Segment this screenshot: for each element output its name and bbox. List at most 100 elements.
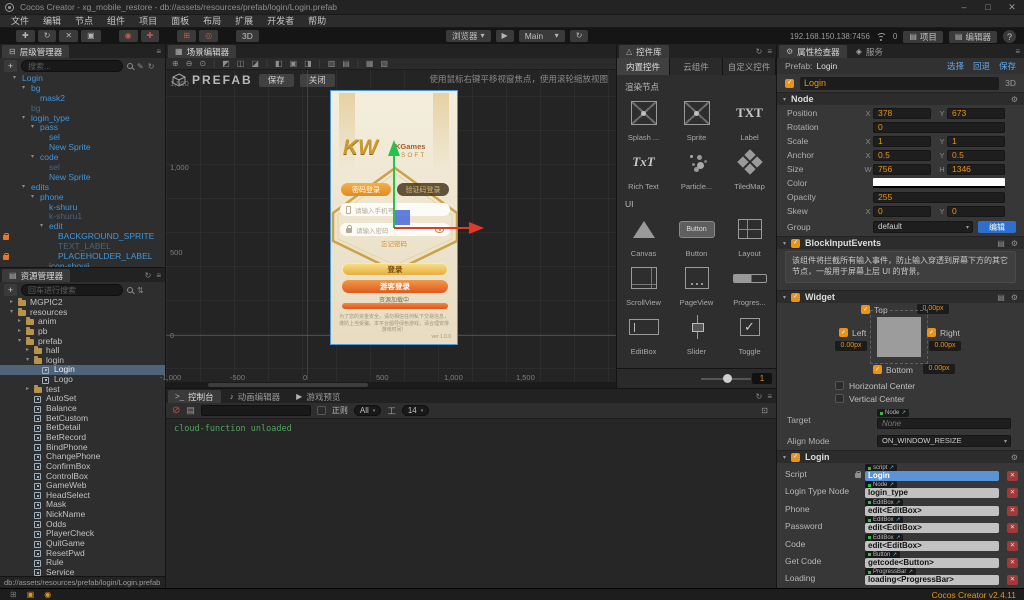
expand-arrow[interactable]: ▾ [13,74,16,84]
bottom-offset-input[interactable]: 0.00px [923,364,955,374]
anchor-x-input[interactable]: 0.5 [873,149,931,161]
hierarchy-node[interactable]: New Sprite [0,172,165,183]
menu-节点[interactable]: 节点 [68,16,100,26]
tab-widget-library[interactable]: △ 控件库 [619,45,669,58]
widget-item-toggle[interactable]: ✓ Toggle [723,309,776,358]
skew-x-input[interactable]: 0 [873,205,931,217]
zoom-slider-knob[interactable] [723,374,732,383]
panel-menu-icon[interactable]: ≡ [156,271,161,280]
gear-icon[interactable]: ⚙ [1011,95,1018,104]
expand-arrow[interactable]: ▾ [31,193,34,203]
prefab-revert-button[interactable]: 回退 [973,60,990,72]
expand-arrow[interactable]: ▾ [10,308,13,318]
expand-arrow[interactable]: ▾ [22,183,25,193]
help-button[interactable]: ? [1003,30,1016,43]
refresh-button[interactable]: ↻ [569,30,589,42]
prefab-preview[interactable]: KW KGames SOFT 密码登录 验证码登录 请输入手机号 请输入密码 忘… [330,90,458,345]
hierarchy-node[interactable]: ▾ edits [0,182,165,193]
align-left-checkbox[interactable]: ✓ [839,328,848,337]
stretch-v-icon[interactable]: ▤ [342,59,350,68]
stretch-h-icon[interactable]: ▥ [328,59,336,68]
sync-icon[interactable]: ↻ [145,271,152,280]
reference-field[interactable]: edit<EditBox> [865,540,999,551]
menu-项目[interactable]: 项目 [132,16,164,26]
position-x-input[interactable]: 378 [873,107,931,119]
refresh-icon[interactable]: ↻ [756,47,763,56]
remove-reference-button[interactable]: ✕ [1007,488,1018,499]
search-icon[interactable] [127,287,133,293]
expand-arrow[interactable]: ▾ [26,356,29,366]
asset-item[interactable]: ▸ anim [0,317,165,327]
expand-arrow[interactable]: ▾ [31,153,34,163]
login-section-header[interactable]: ▾ ✓ Login ⚙ [777,450,1024,463]
remove-reference-button[interactable]: ✕ [1007,505,1018,516]
group-dropdown[interactable]: default [873,221,973,233]
edit-group-button[interactable]: 编辑 [978,221,1016,233]
widget-item-scrollview[interactable]: ScrollView [617,260,670,309]
prefab-select-button[interactable]: 选择 [947,60,964,72]
close-prefab-button[interactable]: 关闭 [299,73,335,87]
component-enabled-checkbox[interactable]: ✓ [791,292,801,302]
color-swatch[interactable] [873,178,1005,188]
expand-arrow[interactable]: ▸ [18,327,21,337]
eye-icon[interactable] [435,226,444,233]
tab-inspector[interactable]: ⚙ 属性检查器 [779,45,847,58]
maximize-button[interactable]: □ [976,0,1000,14]
scale-y-input[interactable]: 1 [947,135,1005,147]
rotate-tool-button[interactable]: ↻ [37,30,57,42]
asset-item[interactable]: Logo [0,374,165,385]
left-offset-input[interactable]: 0.00px [835,341,867,351]
search-icon[interactable] [127,63,133,69]
hierarchy-node[interactable]: bg [0,103,165,114]
reference-field[interactable]: edit<EditBox> [865,523,999,534]
menu-编辑[interactable]: 编辑 [36,16,68,26]
hierarchy-node[interactable]: k-shuru [0,202,165,213]
preview-target-dropdown[interactable]: 浏览器 ▾ [446,30,491,42]
align-bottom-icon[interactable]: ◪ [251,59,259,68]
save-prefab-button[interactable]: 保存 [258,73,294,87]
hierarchy-node[interactable]: ▾ Login [0,74,165,84]
expand-arrow[interactable]: ▸ [26,385,29,395]
clear-log-button[interactable]: ⊘ [172,405,180,416]
align-top-checkbox[interactable]: ✓ [861,305,870,314]
scene-select-dropdown[interactable]: Main ▾ [518,30,565,42]
asset-item[interactable]: BetCustom [0,413,165,424]
menu-布局[interactable]: 布局 [196,16,228,26]
refresh-icon[interactable]: ↻ [756,392,763,401]
widget-target-input[interactable]: None [877,418,1011,429]
refresh-icon[interactable]: ↻ [148,62,155,71]
menu-帮助[interactable]: 帮助 [301,16,333,26]
hierarchy-node[interactable]: New Sprite [0,142,165,153]
widget-item-sprite[interactable]: Sprite [670,95,723,144]
reference-field[interactable]: edit<EditBox> [865,505,999,516]
widget-item-progres[interactable]: Progres... [723,260,776,309]
hierarchy-node[interactable]: ▾ phone [0,192,165,203]
panel-menu-icon[interactable]: ≡ [1015,47,1020,56]
open-project-button[interactable]: ▤ 项目 [903,30,943,43]
blockinputevents-section-header[interactable]: ▾ ✓ BlockInputEvents ▤ ⚙ [777,236,1024,249]
open-editor-button[interactable]: ▤ 编辑器 [948,30,997,43]
gear-icon[interactable]: ⚙ [1011,453,1018,462]
gear-icon[interactable]: ⚙ [1011,293,1018,302]
add-node-button[interactable]: + [4,60,17,72]
tab-assets[interactable]: ▤ 资源管理器 [2,269,71,282]
hierarchy-node[interactable]: ▾ code [0,152,165,163]
asset-item[interactable]: ▾ resources [0,307,165,318]
anchor-y-input[interactable]: 0.5 [947,149,1005,161]
align-left-icon[interactable]: ◧ [275,59,283,68]
asset-item[interactable]: Rule [0,558,165,568]
expand-arrow[interactable]: ▾ [22,84,25,94]
align-top-icon[interactable]: ◩ [222,59,230,68]
widget-item-particle[interactable]: Particle... [670,144,723,193]
add-asset-button[interactable]: + [4,284,17,296]
zoom-one-icon[interactable]: ⊙ [199,59,206,68]
tab-scene[interactable]: ▦ 场景编辑器 [168,45,237,58]
font-size-dropdown[interactable]: 14 ▾ [401,405,430,416]
minimize-button[interactable]: – [952,0,976,14]
component-enabled-checkbox[interactable]: ✓ [791,238,801,248]
node-section-header[interactable]: ▾ Node ⚙ [777,92,1024,105]
position-y-input[interactable]: 673 [947,107,1005,119]
expand-arrow[interactable]: ▾ [22,114,25,124]
log-filter-input[interactable] [200,405,311,416]
distribute-h-icon[interactable]: ▦ [366,59,374,68]
